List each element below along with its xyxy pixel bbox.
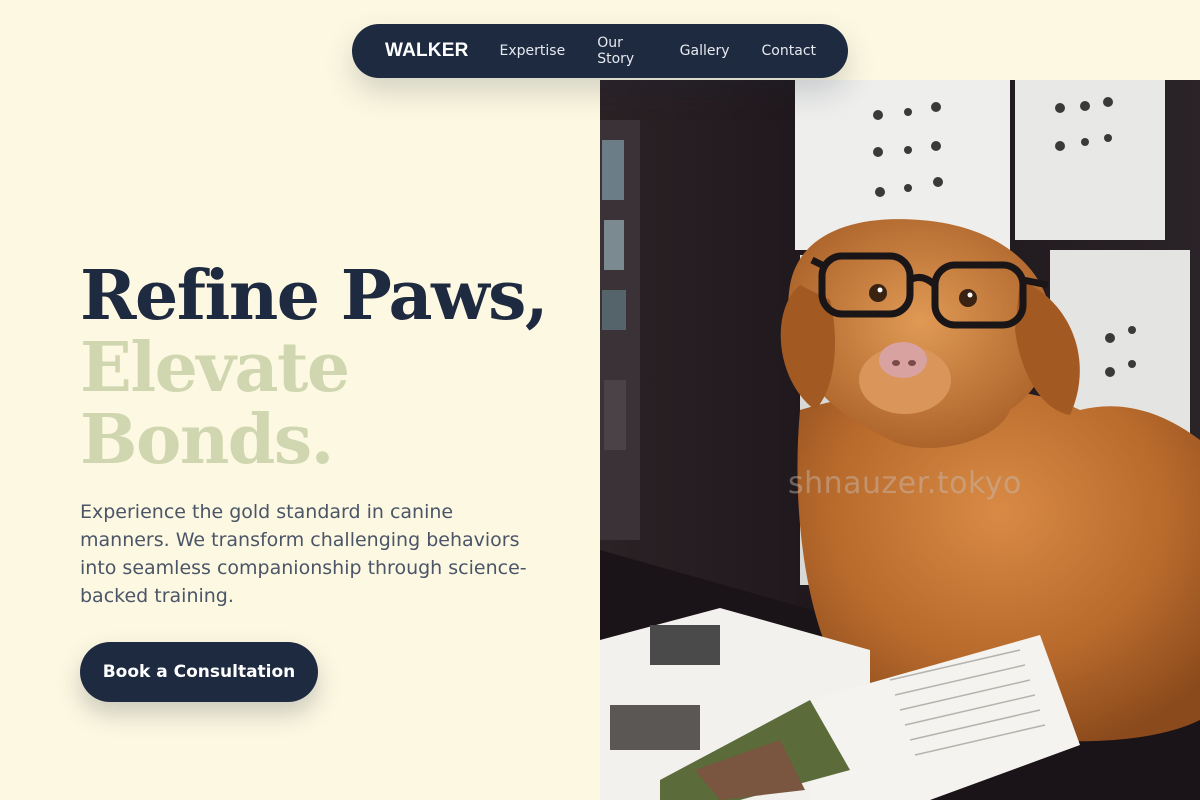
landing-page: WALKER Expertise Our Story Gallery Conta… [0,0,1200,800]
hero-headline: Refine Paws, Elevate Bonds. [80,256,549,480]
hero-photo: shnauzer.tokyo [600,80,1200,800]
nav-link-gallery[interactable]: Gallery [680,43,730,59]
photo-watermark: shnauzer.tokyo [788,466,1022,501]
headline-line-2: Elevate [80,328,350,408]
book-consultation-button[interactable]: Book a Consultation [80,642,318,702]
brand-logo[interactable]: WALKER [385,40,469,62]
top-nav: WALKER Expertise Our Story Gallery Conta… [352,24,848,78]
headline-line-1: Refine Paws, [80,256,549,336]
hero-description: Experience the gold standard in canine m… [80,501,527,607]
nav-link-our-story[interactable]: Our Story [597,35,647,67]
headline-line-3: Bonds. [80,400,334,480]
nav-link-expertise[interactable]: Expertise [500,43,566,59]
dog-with-glasses-image [600,80,1200,800]
nav-link-contact[interactable]: Contact [762,43,816,59]
